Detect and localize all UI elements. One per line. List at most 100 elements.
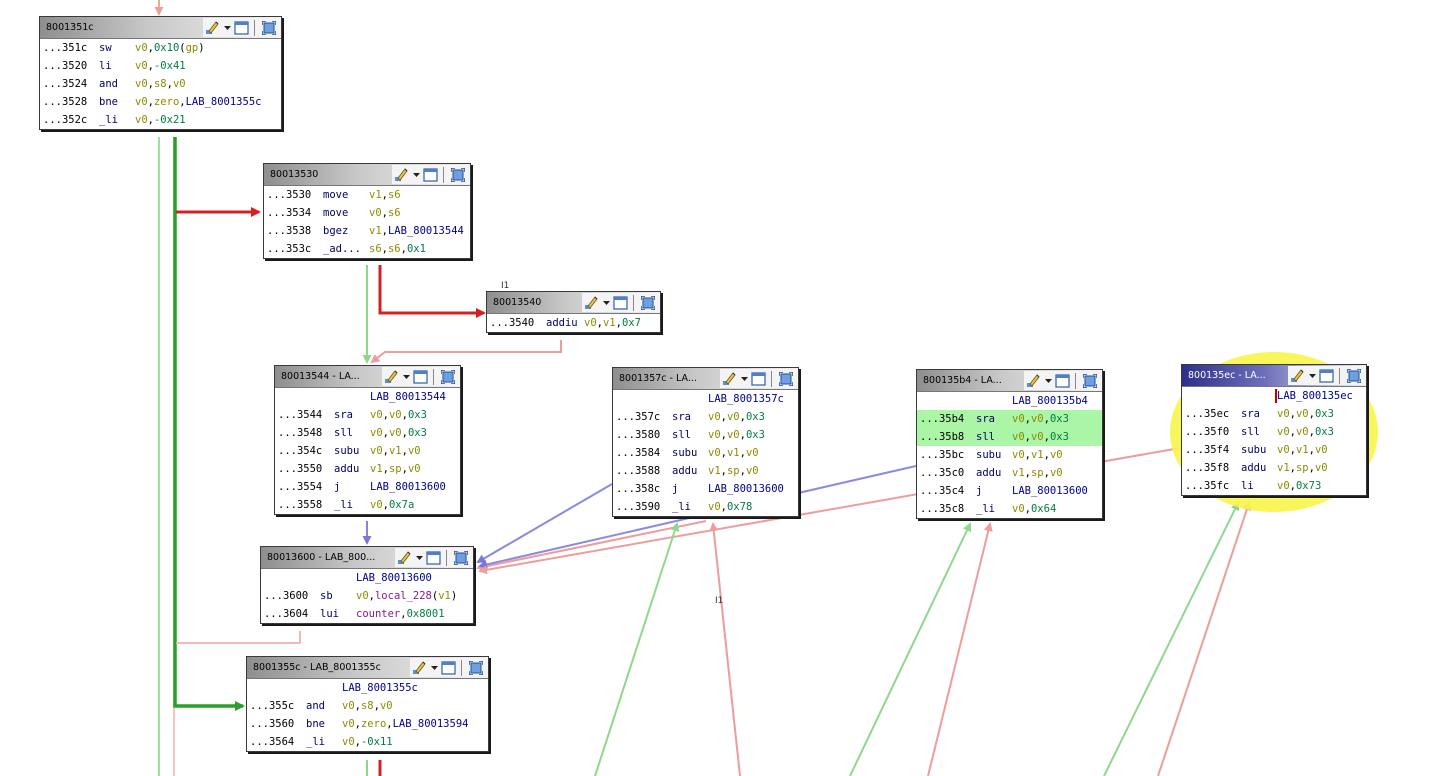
block-titlebar[interactable]: 80013600 - LAB_800... bbox=[261, 547, 473, 569]
operand-reg[interactable]: v0 bbox=[1012, 413, 1025, 425]
dropdown-arrow-icon[interactable] bbox=[601, 294, 611, 311]
operand-reg[interactable]: v1 bbox=[708, 465, 721, 477]
operand-reg[interactable]: v0 bbox=[342, 736, 355, 748]
label-row[interactable]: LAB_800135b4 bbox=[917, 392, 1102, 410]
edit-pencil-icon[interactable] bbox=[411, 659, 428, 676]
operand-reg[interactable]: v1 bbox=[727, 447, 740, 459]
dropdown-arrow-icon[interactable] bbox=[414, 549, 424, 566]
label-row[interactable]: LAB_8001355c bbox=[247, 679, 488, 697]
block-titlebar[interactable]: 80013540 bbox=[487, 292, 660, 314]
code-block-80013540[interactable]: 80013540 ...3540 addiu v0,v1,0x7 bbox=[486, 291, 661, 333]
operand-reg[interactable]: v0 bbox=[1277, 426, 1290, 438]
block-titlebar[interactable]: 8001357c - LA... bbox=[613, 368, 798, 390]
instruction-row[interactable]: ...3530 move v1,s6 bbox=[264, 186, 470, 204]
edit-pencil-icon[interactable] bbox=[396, 549, 413, 566]
operand-reg[interactable]: v0 bbox=[708, 429, 721, 441]
operand-num[interactable]: 0x3 bbox=[746, 411, 765, 423]
restore-window-icon[interactable] bbox=[233, 19, 250, 36]
operand-reg[interactable]: v0 bbox=[1012, 449, 1025, 461]
instruction-row[interactable]: ...354c subu v0,v1,v0 bbox=[275, 442, 460, 460]
dropdown-arrow-icon[interactable] bbox=[429, 659, 439, 676]
operand-reg[interactable]: v1 bbox=[369, 189, 382, 201]
operand-reg[interactable]: s8 bbox=[361, 700, 374, 712]
dropdown-arrow-icon[interactable] bbox=[739, 370, 749, 387]
operand-reg[interactable]: gp bbox=[186, 42, 199, 54]
label-row[interactable]: LAB_8001357c bbox=[613, 390, 798, 408]
fit-graph-icon[interactable] bbox=[1081, 372, 1098, 389]
operand-lbl[interactable]: LAB_8001355c bbox=[186, 96, 262, 108]
operand-reg[interactable]: v0 bbox=[356, 590, 369, 602]
operand-reg[interactable]: v0 bbox=[173, 78, 186, 90]
instruction-row[interactable]: ...351c sw v0,0x10(gp) bbox=[40, 39, 281, 57]
fit-graph-icon[interactable] bbox=[777, 370, 794, 387]
restore-window-icon[interactable] bbox=[412, 368, 429, 385]
operand-num[interactable]: 0x7 bbox=[622, 317, 641, 329]
operand-reg[interactable]: v0 bbox=[708, 501, 721, 513]
operand-reg[interactable]: v0 bbox=[369, 207, 382, 219]
instruction-row[interactable]: ...3584 subu v0,v1,v0 bbox=[613, 444, 798, 462]
code-block-800135ec[interactable]: 800135ec - LA... LAB_800135ec ...35ec sra v0… bbox=[1181, 364, 1367, 496]
operand-num[interactable]: 0x8001 bbox=[407, 608, 445, 620]
operand-reg[interactable]: v0 bbox=[370, 427, 383, 439]
operand-reg[interactable]: v0 bbox=[408, 463, 421, 475]
operand-reg[interactable]: zero bbox=[154, 96, 179, 108]
instruction-row[interactable]: ...358c j LAB_80013600 bbox=[613, 480, 798, 498]
label-row[interactable]: LAB_800135ec bbox=[1182, 387, 1366, 405]
operand-reg[interactable]: v0 bbox=[342, 718, 355, 730]
operand-reg[interactable]: v1 bbox=[1031, 449, 1044, 461]
instruction-row[interactable]: ...3548 sll v0,v0,0x3 bbox=[275, 424, 460, 442]
operand-reg[interactable]: v0 bbox=[1012, 503, 1025, 515]
instruction-row[interactable]: ...3588 addu v1,sp,v0 bbox=[613, 462, 798, 480]
operand-reg[interactable]: v1 bbox=[603, 317, 616, 329]
instruction-row[interactable]: ...35f0 sll v0,v0,0x3 bbox=[1182, 423, 1366, 441]
code-label[interactable]: LAB_800135ec bbox=[1277, 390, 1353, 402]
instruction-row[interactable]: ...35bc subu v0,v1,v0 bbox=[917, 446, 1102, 464]
dropdown-arrow-icon[interactable] bbox=[222, 19, 232, 36]
fit-graph-icon[interactable] bbox=[439, 368, 456, 385]
operand-reg[interactable]: v0 bbox=[370, 445, 383, 457]
operand-num[interactable]: 0x3 bbox=[408, 427, 427, 439]
operand-reg[interactable]: v0 bbox=[370, 409, 383, 421]
code-block-8001351c[interactable]: 8001351c ...351c sw v0,0x10(gp) ...3520 li v0,… bbox=[39, 16, 282, 130]
instruction-row[interactable]: ...352c _li v0,-0x21 bbox=[40, 111, 281, 129]
operand-reg[interactable]: v0 bbox=[135, 42, 148, 54]
instruction-row[interactable]: ...3520 li v0,-0x41 bbox=[40, 57, 281, 75]
instruction-row[interactable]: ...35c4 j LAB_80013600 bbox=[917, 482, 1102, 500]
operand-reg[interactable]: v0 bbox=[370, 499, 383, 511]
operand-reg[interactable]: v1 bbox=[1012, 467, 1025, 479]
operand-reg[interactable]: v1 bbox=[1277, 462, 1290, 474]
fit-graph-icon[interactable] bbox=[260, 19, 277, 36]
operand-num[interactable]: 0x3 bbox=[746, 429, 765, 441]
fit-graph-icon[interactable] bbox=[1345, 367, 1362, 384]
block-titlebar[interactable]: 80013544 - LA... bbox=[275, 366, 460, 388]
operand-reg[interactable]: v0 bbox=[389, 427, 402, 439]
operand-reg[interactable]: v0 bbox=[746, 465, 759, 477]
fit-graph-icon[interactable] bbox=[639, 294, 656, 311]
code-label[interactable]: LAB_8001357c bbox=[708, 393, 784, 405]
operand-num[interactable]: 0x10 bbox=[154, 42, 179, 54]
edit-pencil-icon[interactable] bbox=[1289, 367, 1306, 384]
instruction-row[interactable]: ...3554 j LAB_80013600 bbox=[275, 478, 460, 496]
code-block-80013544[interactable]: 80013544 - LA... LAB_80013544 ...3544 sra v0… bbox=[274, 365, 461, 515]
code-label[interactable]: LAB_8001355c bbox=[342, 682, 418, 694]
operand-loc[interactable]: local_228 bbox=[375, 590, 432, 602]
block-titlebar[interactable]: 800135ec - LA... bbox=[1182, 365, 1366, 387]
instruction-row[interactable]: ...35b8 sll v0,v0,0x3 bbox=[917, 428, 1102, 446]
code-block-8001357c[interactable]: 8001357c - LA... LAB_8001357c ...357c sra v0… bbox=[612, 367, 799, 517]
operand-num[interactable]: -0x41 bbox=[154, 60, 186, 72]
operand-reg[interactable]: v0 bbox=[708, 447, 721, 459]
operand-num[interactable]: 0x3 bbox=[1050, 413, 1069, 425]
restore-window-icon[interactable] bbox=[440, 659, 457, 676]
operand-reg[interactable]: v0 bbox=[1012, 431, 1025, 443]
operand-reg[interactable]: v1 bbox=[370, 463, 383, 475]
operand-reg[interactable]: s8 bbox=[154, 78, 167, 90]
operand-reg[interactable]: v0 bbox=[746, 447, 759, 459]
instruction-row[interactable]: ...3544 sra v0,v0,0x3 bbox=[275, 406, 460, 424]
restore-window-icon[interactable] bbox=[750, 370, 767, 387]
operand-reg[interactable]: v0 bbox=[1315, 462, 1328, 474]
operand-reg[interactable]: v0 bbox=[135, 60, 148, 72]
edit-pencil-icon[interactable] bbox=[721, 370, 738, 387]
instruction-row[interactable]: ...3550 addu v1,sp,v0 bbox=[275, 460, 460, 478]
operand-reg[interactable]: s6 bbox=[388, 207, 401, 219]
operand-reg[interactable]: v0 bbox=[1277, 408, 1290, 420]
